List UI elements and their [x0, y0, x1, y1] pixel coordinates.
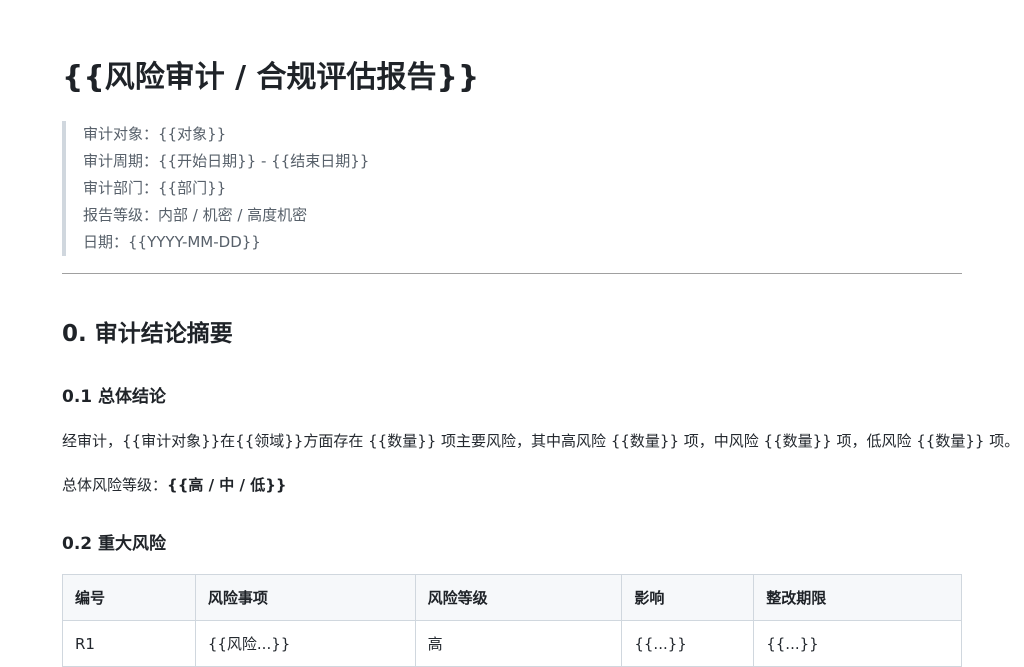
meta-audit-period: 审计周期：{{开始日期}} - {{结束日期}}: [83, 152, 370, 170]
table-cell-id: R1: [62, 620, 196, 667]
table-cell-risk-item: {{风险...}}: [194, 620, 416, 667]
subsection-heading-major-risks: 0.2 重大风险: [62, 534, 167, 554]
conclusion-paragraph: 经审计，{{审计对象}}在{{领域}}方面存在 {{数量}} 项主要风险，其中高…: [62, 432, 1020, 450]
meta-date: 日期：{{YYYY-MM-DD}}: [83, 233, 261, 251]
table-cell-risk-level: 高: [414, 620, 623, 667]
column-header-id: 编号: [62, 574, 196, 621]
overall-risk-level-value: {{高 / 中 / 低}}: [167, 476, 287, 494]
major-risks-table: 编号 风险事项 风险等级 影响 整改期限 R1 {{风险...}} 高 {{..…: [62, 574, 962, 667]
report-meta-block: 审计对象：{{对象}} 审计周期：{{开始日期}} - {{结束日期}} 审计部…: [62, 121, 963, 256]
section-heading-summary: 0. 审计结论摘要: [62, 321, 233, 347]
table-row: R1 {{风险...}} 高 {{...}} {{...}}: [62, 620, 962, 667]
overall-risk-level-line: 总体风险等级：{{高 / 中 / 低}}: [62, 472, 287, 498]
table-header-row: 编号 风险事项 风险等级 影响 整改期限: [62, 574, 962, 621]
horizontal-divider: [62, 273, 962, 274]
overall-risk-level-label: 总体风险等级：: [62, 476, 168, 494]
column-header-risk-level: 风险等级: [414, 574, 623, 621]
report-title: {{风险审计 / 合规评估报告}}: [62, 60, 480, 95]
column-header-risk-item: 风险事项: [194, 574, 416, 621]
meta-audit-target: 审计对象：{{对象}}: [83, 125, 227, 143]
column-header-deadline: 整改期限: [753, 574, 962, 621]
meta-audit-department: 审计部门：{{部门}}: [83, 179, 227, 197]
table-cell-deadline: {{...}}: [753, 620, 962, 667]
table-cell-impact: {{...}}: [621, 620, 755, 667]
meta-report-classification: 报告等级：内部 / 机密 / 高度机密: [83, 206, 308, 224]
column-header-impact: 影响: [621, 574, 755, 621]
subsection-heading-overall-conclusion: 0.1 总体结论: [62, 387, 167, 407]
